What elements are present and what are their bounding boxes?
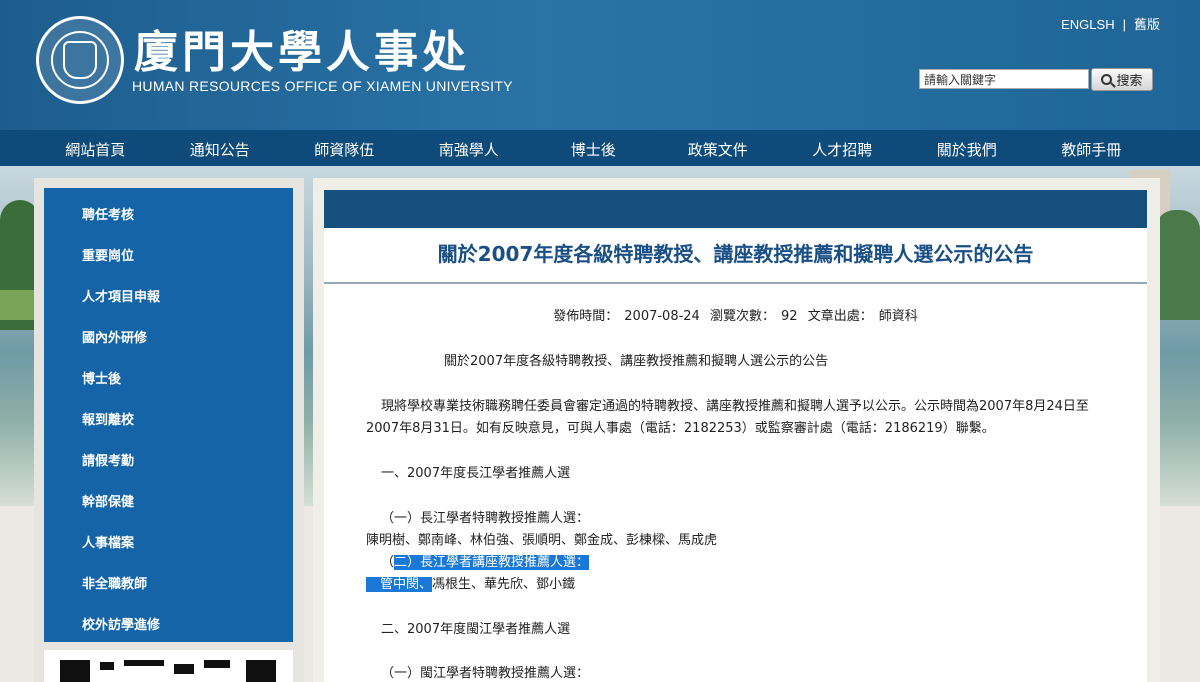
qr-finder-right [246, 660, 276, 682]
name-list-rest: 馮根生、華先欣、鄧小鐵 [432, 577, 576, 592]
search-icon [1101, 74, 1113, 85]
seal-emblem-icon [63, 41, 97, 79]
search-button[interactable]: 搜索 [1091, 68, 1153, 91]
sidebar-item-postdoc[interactable]: 博士後 [82, 368, 121, 387]
sidebar-item-leave[interactable]: 請假考勤 [82, 450, 134, 469]
article-meta: 發佈時間： 2007-08-24 瀏覽次數： 92 文章出處： 師資科 [324, 305, 1147, 324]
main-nav: 網站首頁 通知公告 師資隊伍 南強學人 博士後 政策文件 人才招聘 關於我們 教… [0, 130, 1200, 166]
site-header: 廈門大學人事处 HUMAN RESOURCES OFFICE OF XIAMEN… [0, 0, 1200, 130]
top-link-separator: | [1122, 17, 1126, 32]
sidebar-item-key-positions[interactable]: 重要崗位 [82, 245, 134, 264]
section-heading: 二、2007年度閩江學者推薦人選 [381, 622, 571, 637]
qr-code-image [44, 650, 293, 682]
article-paragraph-line: 2007年8月31日。如有反映意見，可與人事處（電話：2182253）或監察審計… [366, 421, 995, 436]
article-header-bar [324, 190, 1147, 228]
article-paragraph-line: 現將學校專業技術職務聘任委員會審定通過的特聘教授、講座教授推薦和擬聘人選予以公示… [381, 399, 1089, 414]
name-list: 管中閔、馮根生、華先欣、鄧小鐵 [366, 573, 575, 592]
subsection-heading: （一）閩江學者特聘教授推薦人選： [381, 666, 590, 681]
article-title: 關於2007年度各級特聘教授、講座教授推薦和擬聘人選公示的公告 [437, 242, 1034, 266]
english-link[interactable]: ENGLSH [1061, 17, 1114, 32]
nav-item-policies[interactable]: 政策文件 [656, 130, 781, 166]
qr-finder-left [60, 660, 90, 682]
section-heading: 一、2007年度長江學者推薦人選 [381, 466, 571, 481]
nav-item-recruitment[interactable]: 人才招聘 [780, 130, 905, 166]
search-input[interactable]: 請輸入關鍵字 [919, 69, 1089, 89]
qr-module [174, 664, 194, 674]
nav-item-faculty[interactable]: 師資隊伍 [282, 130, 407, 166]
name-list: 陳明樹、鄭南峰、林伯強、張順明、鄭金成、彭棟樑、馬成虎 [366, 533, 718, 548]
subsection-heading: （二）長江學者講座教授推薦人選： [381, 551, 590, 570]
article-heading: 關於2007年度各級特聘教授、講座教授推薦和擬聘人選公示的公告 [444, 354, 829, 369]
background-trees-right [1155, 210, 1200, 320]
sidebar-item-visiting-study[interactable]: 校外訪學進修 [82, 614, 160, 633]
source-value: 師資科 [878, 309, 918, 324]
nav-item-home[interactable]: 網站首頁 [33, 130, 158, 166]
site-title-chinese[interactable]: 廈門大學人事处 [134, 16, 470, 80]
qr-module [100, 662, 114, 670]
subsection-prefix: （ [381, 555, 395, 570]
sidebar-item-training[interactable]: 國內外研修 [82, 327, 147, 346]
source-label: 文章出處： [807, 309, 873, 324]
selected-text: 管中閔、 [366, 577, 433, 592]
selected-text: 二）長江學者講座教授推薦人選： [394, 555, 590, 570]
qr-module [124, 660, 164, 666]
sidebar-item-part-time-teachers[interactable]: 非全職教師 [82, 573, 147, 592]
nav-item-nanqiang-scholars[interactable]: 南強學人 [407, 130, 532, 166]
sidebar-item-appointment-assessment[interactable]: 聘任考核 [82, 204, 134, 223]
qr-module [204, 660, 230, 668]
publish-date: 2007-08-24 [624, 309, 700, 324]
sidebar-menu: 聘任考核 重要崗位 人才項目申報 國內外研修 博士後 報到離校 請假考勤 幹部保… [44, 188, 293, 642]
publish-label: 發佈時間： [553, 309, 619, 324]
site-title-english: HUMAN RESOURCES OFFICE OF XIAMEN UNIVERS… [132, 78, 513, 94]
search-button-label: 搜索 [1116, 74, 1143, 89]
university-seal-logo[interactable] [36, 16, 124, 104]
views-count: 92 [781, 309, 798, 324]
subsection-heading: （一）長江學者特聘教授推薦人選： [381, 511, 590, 526]
views-label: 瀏覽次數： [709, 309, 775, 324]
top-links: ENGLSH | 舊版 [1061, 14, 1160, 33]
title-divider [324, 282, 1147, 284]
sidebar-item-talent-projects[interactable]: 人才項目申報 [82, 286, 160, 305]
nav-item-about[interactable]: 關於我們 [905, 130, 1030, 166]
nav-item-handbook[interactable]: 教師手冊 [1029, 130, 1154, 166]
sidebar-item-personnel-files[interactable]: 人事檔案 [82, 532, 134, 551]
nav-item-postdoc[interactable]: 博士後 [531, 130, 656, 166]
nav-item-notices[interactable]: 通知公告 [158, 130, 283, 166]
sidebar-item-onboarding[interactable]: 報到離校 [82, 409, 134, 428]
sidebar-item-cadre-health[interactable]: 幹部保健 [82, 491, 134, 510]
old-version-link[interactable]: 舊版 [1134, 17, 1160, 32]
